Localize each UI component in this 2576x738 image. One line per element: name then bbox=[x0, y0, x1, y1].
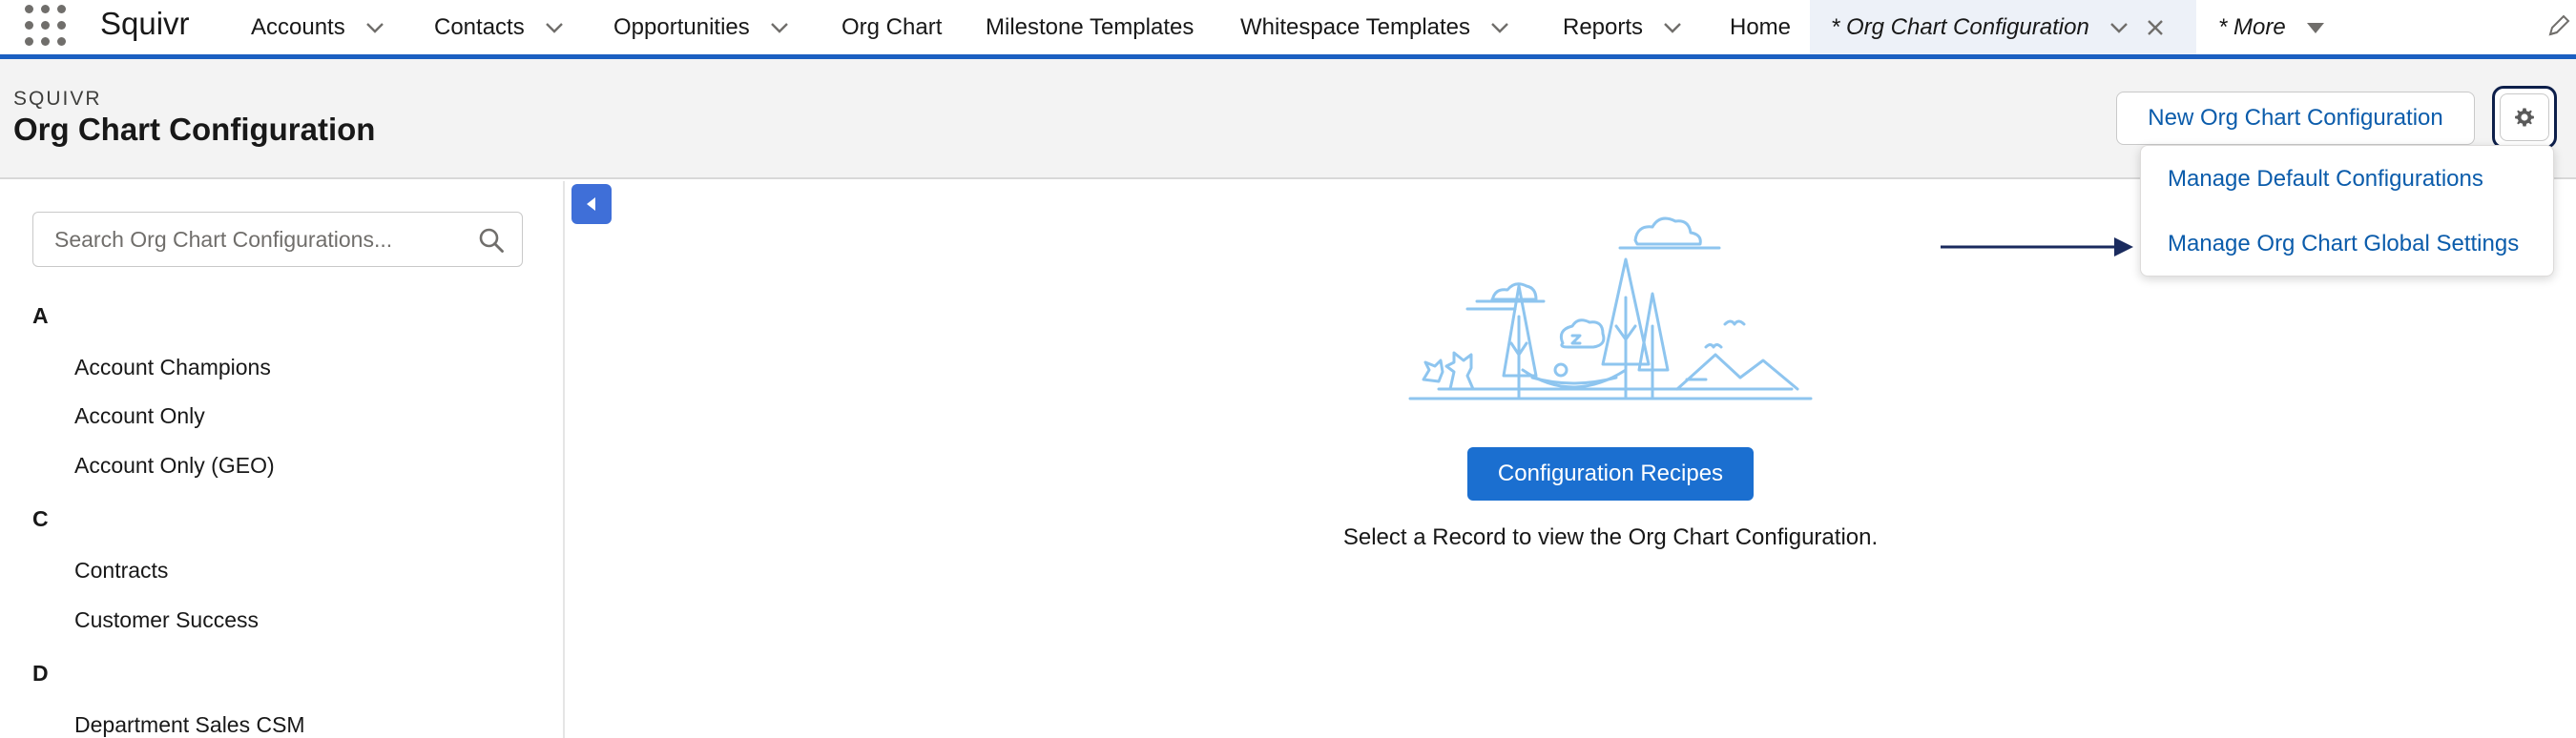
nav-item-label: Home bbox=[1730, 13, 1792, 40]
nav-item-label: * More bbox=[2218, 13, 2286, 40]
nav-item-opportunities[interactable]: Opportunities bbox=[613, 0, 792, 54]
nav-item-more[interactable]: * More bbox=[2218, 0, 2328, 54]
nav-item-reports[interactable]: Reports bbox=[1563, 0, 1685, 54]
caret-down-icon[interactable] bbox=[2303, 15, 2328, 40]
search-input[interactable] bbox=[54, 213, 455, 266]
nav-item-label: Whitespace Templates bbox=[1240, 13, 1471, 40]
app-name: Squivr bbox=[100, 6, 190, 41]
settings-dropdown-menu: Manage Default Configurations Manage Org… bbox=[2140, 145, 2554, 277]
global-nav-bar: Squivr Accounts Contacts Opportunities O… bbox=[0, 0, 2576, 59]
list-item[interactable]: Account Champions bbox=[74, 355, 271, 380]
nav-tab-label: * Org Chart Configuration bbox=[1831, 13, 2089, 40]
nav-item-label: Org Chart bbox=[841, 13, 943, 40]
nav-item-whitespace-templates[interactable]: Whitespace Templates bbox=[1240, 0, 1512, 54]
empty-state-message: Select a Record to view the Org Chart Co… bbox=[1342, 524, 1879, 550]
list-item[interactable]: Account Only bbox=[74, 403, 205, 429]
group-letter: A bbox=[32, 303, 49, 328]
nav-item-org-chart[interactable]: Org Chart bbox=[841, 0, 942, 54]
collapse-sidebar-button[interactable] bbox=[571, 184, 612, 224]
new-org-chart-configuration-button[interactable]: New Org Chart Configuration bbox=[2116, 92, 2475, 145]
page-eyebrow: SQUIVR bbox=[13, 88, 102, 110]
menu-item-manage-org-chart-global-settings[interactable]: Manage Org Chart Global Settings bbox=[2168, 231, 2519, 257]
settings-button-inner bbox=[2500, 93, 2549, 141]
group-letter: C bbox=[32, 506, 49, 531]
nav-item-milestone-templates[interactable]: Milestone Templates bbox=[986, 0, 1194, 54]
empty-state-illustration bbox=[1408, 216, 1813, 400]
nav-item-home[interactable]: Home bbox=[1730, 0, 1791, 54]
chevron-down-icon[interactable] bbox=[363, 15, 387, 40]
chevron-down-icon[interactable] bbox=[2107, 15, 2131, 40]
search-icon[interactable] bbox=[478, 227, 505, 254]
chevron-down-icon[interactable] bbox=[767, 15, 792, 40]
chevron-down-icon[interactable] bbox=[542, 15, 567, 40]
nav-item-label: Reports bbox=[1563, 13, 1644, 40]
nav-item-label: Accounts bbox=[251, 13, 345, 40]
list-item[interactable]: Contracts bbox=[74, 558, 168, 584]
settings-button[interactable] bbox=[2492, 86, 2557, 149]
configuration-recipes-button[interactable]: Configuration Recipes bbox=[1467, 447, 1754, 501]
page-title: Org Chart Configuration bbox=[13, 112, 376, 147]
close-icon[interactable] bbox=[2145, 17, 2166, 38]
list-item[interactable]: Account Only (GEO) bbox=[74, 453, 275, 479]
pointer-arrow-icon bbox=[1941, 237, 2133, 256]
nav-item-label: Milestone Templates bbox=[986, 13, 1195, 40]
chevron-down-icon[interactable] bbox=[1660, 15, 1685, 40]
group-letter: D bbox=[32, 661, 49, 686]
nav-tab-org-chart-configuration[interactable]: * Org Chart Configuration bbox=[1831, 0, 2166, 54]
nav-item-label: Opportunities bbox=[613, 13, 750, 40]
menu-item-manage-default-configurations[interactable]: Manage Default Configurations bbox=[2168, 166, 2483, 193]
nav-item-contacts[interactable]: Contacts bbox=[434, 0, 567, 54]
app-launcher-icon[interactable] bbox=[25, 3, 67, 46]
configuration-list-sidebar: A Account Champions Account Only Account… bbox=[0, 181, 565, 738]
search-box bbox=[32, 212, 523, 267]
edit-pencil-icon[interactable] bbox=[2545, 12, 2572, 39]
chevron-down-icon[interactable] bbox=[1487, 15, 1512, 40]
gear-icon bbox=[2515, 108, 2534, 127]
nav-item-label: Contacts bbox=[434, 13, 525, 40]
triangle-left-icon bbox=[587, 197, 595, 211]
nav-item-accounts[interactable]: Accounts bbox=[251, 0, 387, 54]
list-item[interactable]: Customer Success bbox=[74, 607, 259, 633]
list-item[interactable]: Department Sales CSM bbox=[74, 712, 305, 738]
